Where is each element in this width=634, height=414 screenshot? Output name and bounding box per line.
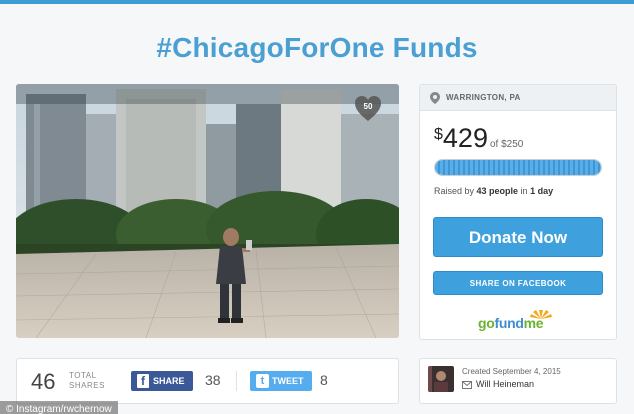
facebook-share-label: SHARE <box>153 376 185 386</box>
logo-go: go <box>478 315 495 331</box>
page-title: #ChicagoForOne Funds <box>156 32 478 63</box>
avatar-image <box>428 366 454 392</box>
goal-text: of $250 <box>489 139 524 150</box>
avatar[interactable] <box>428 366 454 392</box>
photo-scene <box>16 84 399 338</box>
created-date: Created September 4, 2015 <box>462 367 561 376</box>
twitter-tweet-label: TWEET <box>272 376 304 386</box>
logo-text: gofundme <box>478 315 544 331</box>
amount-raised: $429 of $250 <box>434 123 523 154</box>
logo-me: me <box>523 315 544 331</box>
raised-people: 43 people <box>476 186 519 196</box>
donate-now-button[interactable]: Donate Now <box>433 217 603 257</box>
currency-symbol: $ <box>434 126 443 143</box>
share-bar: 46 TOTAL SHARES f SHARE 38 t TWEET 8 <box>16 358 399 404</box>
twitter-tweet-button[interactable]: t TWEET <box>250 371 312 391</box>
twitter-icon: t <box>256 374 269 388</box>
mail-icon[interactable] <box>462 381 472 389</box>
divider <box>236 371 237 391</box>
facebook-icon: f <box>137 374 149 388</box>
total-shares-count: 46 <box>31 369 56 394</box>
favorite-button[interactable]: 50 <box>353 94 383 124</box>
donation-panel: WARRINGTON, PA $429 of $250 Raised by 43 … <box>419 84 617 340</box>
total-label-line1: TOTAL <box>69 371 97 380</box>
total-shares-label: TOTAL SHARES <box>69 371 105 391</box>
twitter-tweet-count: 8 <box>320 372 328 388</box>
total-label-line2: SHARES <box>69 381 105 390</box>
progress-bar <box>434 159 602 176</box>
share-on-facebook-button[interactable]: SHARE ON FACEBOOK <box>433 271 603 295</box>
creator-name[interactable]: Will Heineman <box>476 379 534 389</box>
gofundme-logo[interactable]: gofundme <box>478 307 562 333</box>
facebook-share-count: 38 <box>205 372 221 388</box>
photo-credit: © Instagram/rwchernow <box>0 401 118 414</box>
location-text: WARRINGTON, PA <box>446 93 521 102</box>
progress-fill <box>435 160 601 175</box>
amount-value: 429 <box>442 123 488 153</box>
heart-count: 50 <box>363 102 373 111</box>
raised-prefix: Raised by <box>434 186 477 196</box>
location-bar: WARRINGTON, PA <box>420 85 616 111</box>
raised-mid: in <box>518 186 531 196</box>
facebook-share-button[interactable]: f SHARE <box>131 371 193 391</box>
raised-days: 1 day <box>530 186 554 196</box>
location-pin-icon <box>430 91 440 104</box>
raised-summary: Raised by 43 people in 1 day <box>434 186 553 196</box>
page-frame: #ChicagoForOne Funds 50 WARRINGTON, PA $… <box>0 0 634 414</box>
creator-panel: Created September 4, 2015 Will Heineman <box>419 358 617 404</box>
logo-fund: fund <box>494 315 524 331</box>
campaign-photo[interactable]: 50 <box>16 84 399 338</box>
